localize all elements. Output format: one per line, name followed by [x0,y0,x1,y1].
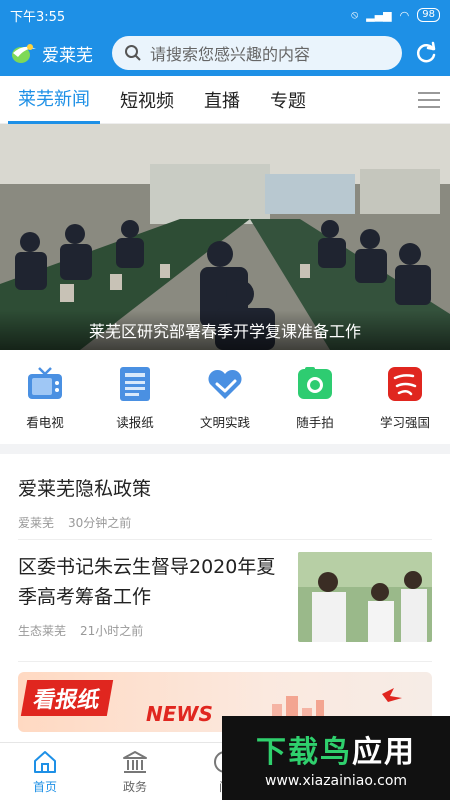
hero-caption: 莱芜区研究部署春季开学复课准备工作 [0,310,450,350]
news-source: 爱莱芜 [18,516,55,530]
hero-banner[interactable]: 莱芜区研究部署春季开学复课准备工作 [0,124,450,350]
government-building-icon [123,750,147,773]
quick-item-civilization[interactable]: 文明实践 [185,364,265,431]
status-bar: 下午3:55 ⦸ ▂▄▆ ◠ 98 [0,0,450,30]
status-icons: ⦸ ▂▄▆ ◠ 98 [351,8,440,22]
refresh-icon [416,41,436,63]
search-input[interactable]: 请搜索您感兴趣的内容 [112,36,402,70]
tab-topics[interactable]: 专题 [260,76,316,124]
nav-government[interactable]: 政务 [90,743,180,800]
mute-icon: ⦸ [351,8,359,21]
top-bar: 爱莱芜 请搜索您感兴趣的内容 [0,30,450,76]
banner-sub: NEWS [146,702,213,726]
quick-label-snapshot: 随手拍 [296,414,334,430]
quick-item-newspaper[interactable]: 读报纸 [95,364,175,431]
news-thumbnail [298,552,432,642]
news-title: 爱莱芜隐私政策 [18,478,152,500]
watermark-main-b: 鸟 [320,735,352,770]
status-time: 下午3:55 [10,9,66,25]
watermark-main: 下载鸟应用 [256,727,416,771]
quick-entries: 看电视 读报纸 文明实践 随手拍 学习强国 [0,350,450,454]
tab-short-video[interactable]: 短视频 [110,76,184,124]
quick-label-civilization: 文明实践 [199,414,250,430]
list-item[interactable]: 爱莱芜隐私政策 爱莱芜 30分钟之前 [18,454,432,540]
logo-text: 爱莱芜 [42,45,93,66]
quick-item-tv[interactable]: 看电视 [5,364,85,431]
signal-icon: ▂▄▆ [366,8,392,22]
watermark-logo: 下载鸟应用 www.xiazainiao.com [222,716,450,800]
tab-live[interactable]: 直播 [194,76,250,124]
home-icon [34,750,56,773]
battery-indicator: 98 [417,8,440,22]
news-title: 区委书记朱云生督导2020年夏季高考筹备工作 [18,556,276,608]
tab-news[interactable]: 莱芜新闻 [8,76,100,124]
category-tabs: 莱芜新闻 短视频 直播 专题 [0,76,450,124]
news-text: 区委书记朱云生督导2020年夏季高考筹备工作 生态莱芜 21小时之前 [18,552,280,661]
quick-item-xuexi[interactable]: 学习强国 [365,364,445,431]
nav-government-label: 政务 [122,779,147,794]
news-meta: 生态莱芜 21小时之前 [18,622,280,639]
quick-label-tv: 看电视 [26,414,64,430]
quick-label-xuexi: 学习强国 [379,414,430,430]
refresh-button[interactable] [412,39,440,67]
search-icon [125,45,141,61]
search-placeholder: 请搜索您感兴趣的内容 [150,45,311,64]
heart-hands-icon [208,369,242,399]
logo-icon [12,44,36,63]
banner-main: 看报纸 [20,680,114,716]
watermark-main-a: 下载 [256,735,320,770]
wifi-icon: ◠ [399,8,410,22]
xuexi-icon [388,366,422,401]
news-time: 21小时之前 [80,624,144,638]
quick-label-newspaper: 读报纸 [116,414,154,430]
nav-home[interactable]: 首页 [0,743,90,800]
app-logo[interactable]: 爱莱芜 [10,41,102,66]
newspaper-icon [120,366,150,401]
list-item[interactable]: 区委书记朱云生督导2020年夏季高考筹备工作 生态莱芜 21小时之前 [18,540,432,662]
watermark-main-c: 应用 [352,735,416,770]
watermark-url: www.xiazainiao.com [264,773,408,789]
news-meta: 爱莱芜 30分钟之前 [18,514,432,531]
news-time: 30分钟之前 [68,516,132,530]
camera-icon [298,366,332,399]
menu-icon[interactable] [416,88,442,112]
quick-item-snapshot[interactable]: 随手拍 [275,364,355,431]
nav-home-label: 首页 [32,779,57,794]
news-list: 爱莱芜隐私政策 爱莱芜 30分钟之前 区委书记朱云生督导2020年夏季高考筹备工… [0,454,450,732]
news-source: 生态莱芜 [18,624,67,638]
tv-icon [28,366,62,399]
